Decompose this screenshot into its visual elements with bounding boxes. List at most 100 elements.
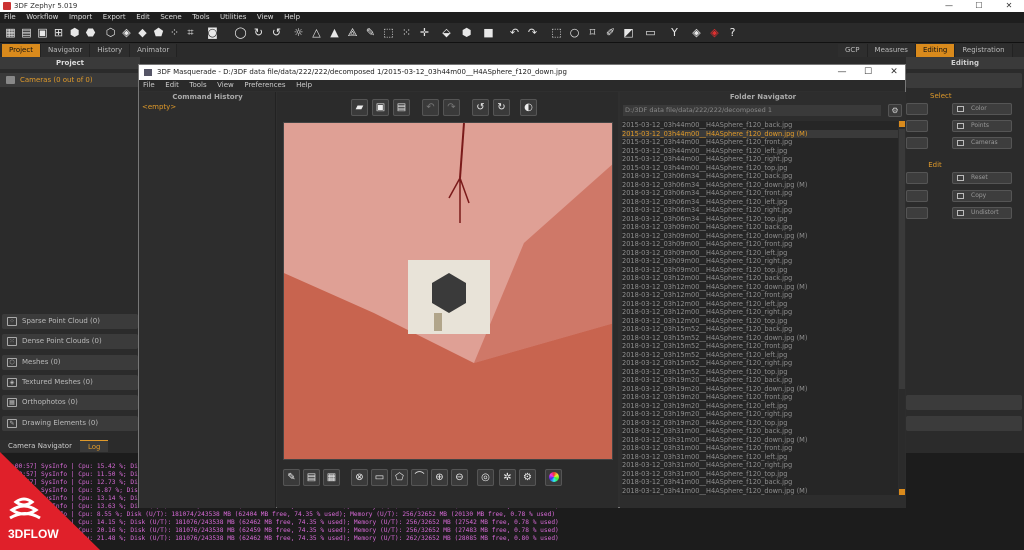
file-list-item[interactable]: 2018-03-12_03h19m20__H4ASphere_f120_fron… [622, 393, 898, 402]
settings-button[interactable]: ✲ [499, 469, 516, 486]
rotate-left-button[interactable]: ↺ [472, 99, 489, 116]
file-list-item[interactable]: 2018-03-12_03h12m00__H4ASphere_f120_back… [622, 274, 898, 283]
file-list-item[interactable]: 2018-03-12_03h19m20__H4ASphere_f120_righ… [622, 410, 898, 419]
clear-mask-button[interactable]: ⊗ [351, 469, 368, 486]
red-cube-icon[interactable]: ◈ [708, 26, 721, 39]
copy-mask-button[interactable]: ▤ [303, 469, 320, 486]
file-list-item[interactable]: 2018-03-12_03h19m20__H4ASphere_f120_down… [622, 385, 898, 394]
file-list-item[interactable]: 2018-03-12_03h19m20__H4ASphere_f120_top.… [622, 419, 898, 428]
circle-select-icon[interactable]: ○ [568, 26, 581, 39]
file-list-item[interactable]: 2018-03-12_03h06m34__H4ASphere_f120_top.… [622, 215, 898, 224]
paste-mask-button[interactable]: ▦ [323, 469, 340, 486]
refresh-icon[interactable]: ↻ [252, 26, 265, 39]
file-list-item[interactable]: 2018-03-12_03h06m34__H4ASphere_f120_back… [622, 172, 898, 181]
tab-project[interactable]: Project [2, 44, 41, 57]
cloud-icon[interactable]: ⬟ [152, 26, 165, 39]
file-list-item[interactable]: 2018-03-12_03h15m52__H4ASphere_f120_back… [622, 325, 898, 334]
dialog-menu-preferences[interactable]: Preferences [240, 80, 289, 91]
tab-editing[interactable]: Editing [915, 44, 956, 57]
triangle-points-icon[interactable]: ▲ [328, 26, 341, 39]
light-icon[interactable]: ☼ [292, 26, 305, 39]
hexagon-icon[interactable]: ⬢ [460, 26, 473, 39]
undo-button[interactable]: ↶ [422, 99, 439, 116]
cameras-row[interactable]: Cameras (0 out of 0) [0, 73, 140, 87]
gem-icon[interactable]: ⬙ [440, 26, 453, 39]
menu-import[interactable]: Import [65, 12, 96, 23]
polygon-tool-button[interactable]: ⬠ [391, 469, 408, 486]
menu-tools[interactable]: Tools [188, 12, 213, 23]
triangle-icon[interactable]: △ [310, 26, 323, 39]
gear-button[interactable]: ⚙ [519, 469, 536, 486]
file-list-item[interactable]: 2018-03-12_03h15m52__H4ASphere_f120_down… [622, 334, 898, 343]
file-list-item[interactable]: 2015-03-12_03h44m00__H4ASphere_f120_fron… [622, 138, 898, 147]
file-list-item[interactable]: 2018-03-12_03h31m00__H4ASphere_f120_top.… [622, 470, 898, 479]
menu-scene[interactable]: Scene [156, 12, 185, 23]
file-list-item[interactable]: 2018-03-12_03h31m00__H4ASphere_f120_righ… [622, 461, 898, 470]
select-points-button[interactable]: Points [952, 120, 1012, 132]
rotate-icon[interactable]: ◯ [234, 26, 247, 39]
file-list-item[interactable]: 2018-03-12_03h19m20__H4ASphere_f120_left… [622, 402, 898, 411]
edit-stub-1[interactable] [906, 172, 928, 184]
tab-registration[interactable]: Registration [955, 44, 1013, 57]
undo-icon[interactable]: ↶ [508, 26, 521, 39]
tab-navigator[interactable]: Navigator [40, 44, 91, 57]
file-list-item[interactable]: 2018-03-12_03h06m34__H4ASphere_f120_left… [622, 198, 898, 207]
file-list-item[interactable]: 2018-03-12_03h12m00__H4ASphere_f120_down… [622, 283, 898, 292]
save-as-button[interactable]: ▤ [393, 99, 410, 116]
rectangle-tool-button[interactable]: ▭ [371, 469, 388, 486]
edit-undistort-button[interactable]: Undistort [952, 207, 1012, 219]
dialog-maximize-icon[interactable]: ☐ [855, 65, 881, 80]
file-list-item[interactable]: 2018-03-12_03h12m00__H4ASphere_f120_left… [622, 300, 898, 309]
file-list[interactable]: 2015-03-12_03h44m00__H4ASphere_f120_back… [622, 121, 898, 495]
open-folder-button[interactable]: ▰ [351, 99, 368, 116]
meshes-row[interactable]: ⬡ Meshes (0) [2, 355, 138, 370]
file-list-item[interactable]: 2018-03-12_03h41m00__H4ASphere_f120_back… [622, 478, 898, 487]
auto-mask-button[interactable]: ◎ [477, 469, 494, 486]
save-project-icon[interactable]: ▣ [36, 26, 49, 39]
cameras-icon[interactable]: ⌗ [184, 26, 197, 39]
save-button[interactable]: ▣ [372, 99, 389, 116]
orthophotos-row[interactable]: ▦ Orthophotos (0) [2, 395, 138, 410]
file-list-item[interactable]: 2018-03-12_03h12m00__H4ASphere_f120_righ… [622, 308, 898, 317]
add-mask-button[interactable]: ⊕ [431, 469, 448, 486]
menu-view[interactable]: View [253, 12, 278, 23]
cube-icon[interactable]: ⬢ [68, 26, 81, 39]
file-list-item[interactable]: 2018-03-12_03h09m00__H4ASphere_f120_fron… [622, 240, 898, 249]
select-stub-1[interactable] [906, 103, 928, 115]
sparse-point-cloud-row[interactable]: ⁘ Sparse Point Cloud (0) [2, 314, 138, 329]
edit-copy-button[interactable]: Copy [952, 190, 1012, 202]
cube-solid-icon[interactable]: ⬣ [84, 26, 97, 39]
file-list-item[interactable]: 2018-03-12_03h15m52__H4ASphere_f120_righ… [622, 359, 898, 368]
wireframe-icon[interactable]: ⟁ [346, 26, 359, 39]
file-list-item[interactable]: 2018-03-12_03h12m00__H4ASphere_f120_fron… [622, 291, 898, 300]
textured-meshes-row[interactable]: ◈ Textured Meshes (0) [2, 375, 138, 390]
subtract-mask-button[interactable]: ⊖ [451, 469, 468, 486]
mesh-icon[interactable]: ⬡ [104, 26, 117, 39]
select-stub-3[interactable] [906, 137, 928, 149]
tab-camera-navigator[interactable]: Camera Navigator [0, 440, 80, 452]
file-list-item[interactable]: 2018-03-12_03h31m00__H4ASphere_f120_down… [622, 436, 898, 445]
file-list-item[interactable]: 2018-03-12_03h15m52__H4ASphere_f120_fron… [622, 342, 898, 351]
paint-icon[interactable]: ✐ [604, 26, 617, 39]
file-list-scrollbar[interactable] [899, 121, 905, 495]
menu-export[interactable]: Export [99, 12, 130, 23]
menu-help[interactable]: Help [280, 12, 304, 23]
file-list-item[interactable]: 2018-03-12_03h12m00__H4ASphere_f120_top.… [622, 317, 898, 326]
dialog-menu-help[interactable]: Help [292, 80, 316, 91]
file-list-item[interactable]: 2015-03-12_03h44m00__H4ASphere_f120_down… [622, 129, 898, 138]
tool-icon[interactable]: Y [668, 26, 681, 39]
color-wheel-button[interactable] [545, 469, 562, 486]
lasso-icon[interactable]: ⌑ [586, 26, 599, 39]
dialog-menu-view[interactable]: View [213, 80, 238, 91]
dialog-minimize-icon[interactable]: — [829, 65, 855, 80]
scroll-up-button[interactable] [899, 121, 905, 127]
file-list-item[interactable]: 2015-03-12_03h44m00__H4ASphere_f120_back… [622, 121, 898, 130]
scroll-down-button[interactable] [899, 489, 905, 495]
close-icon[interactable]: ✕ [994, 0, 1024, 12]
menu-edit[interactable]: Edit [132, 12, 154, 23]
box-icon[interactable]: ⬚ [382, 26, 395, 39]
open-project-icon[interactable]: ▤ [20, 26, 33, 39]
dialog-close-icon[interactable]: ✕ [881, 65, 907, 80]
tab-measures[interactable]: Measures [867, 44, 916, 57]
plus-icon[interactable]: ✛ [418, 26, 431, 39]
